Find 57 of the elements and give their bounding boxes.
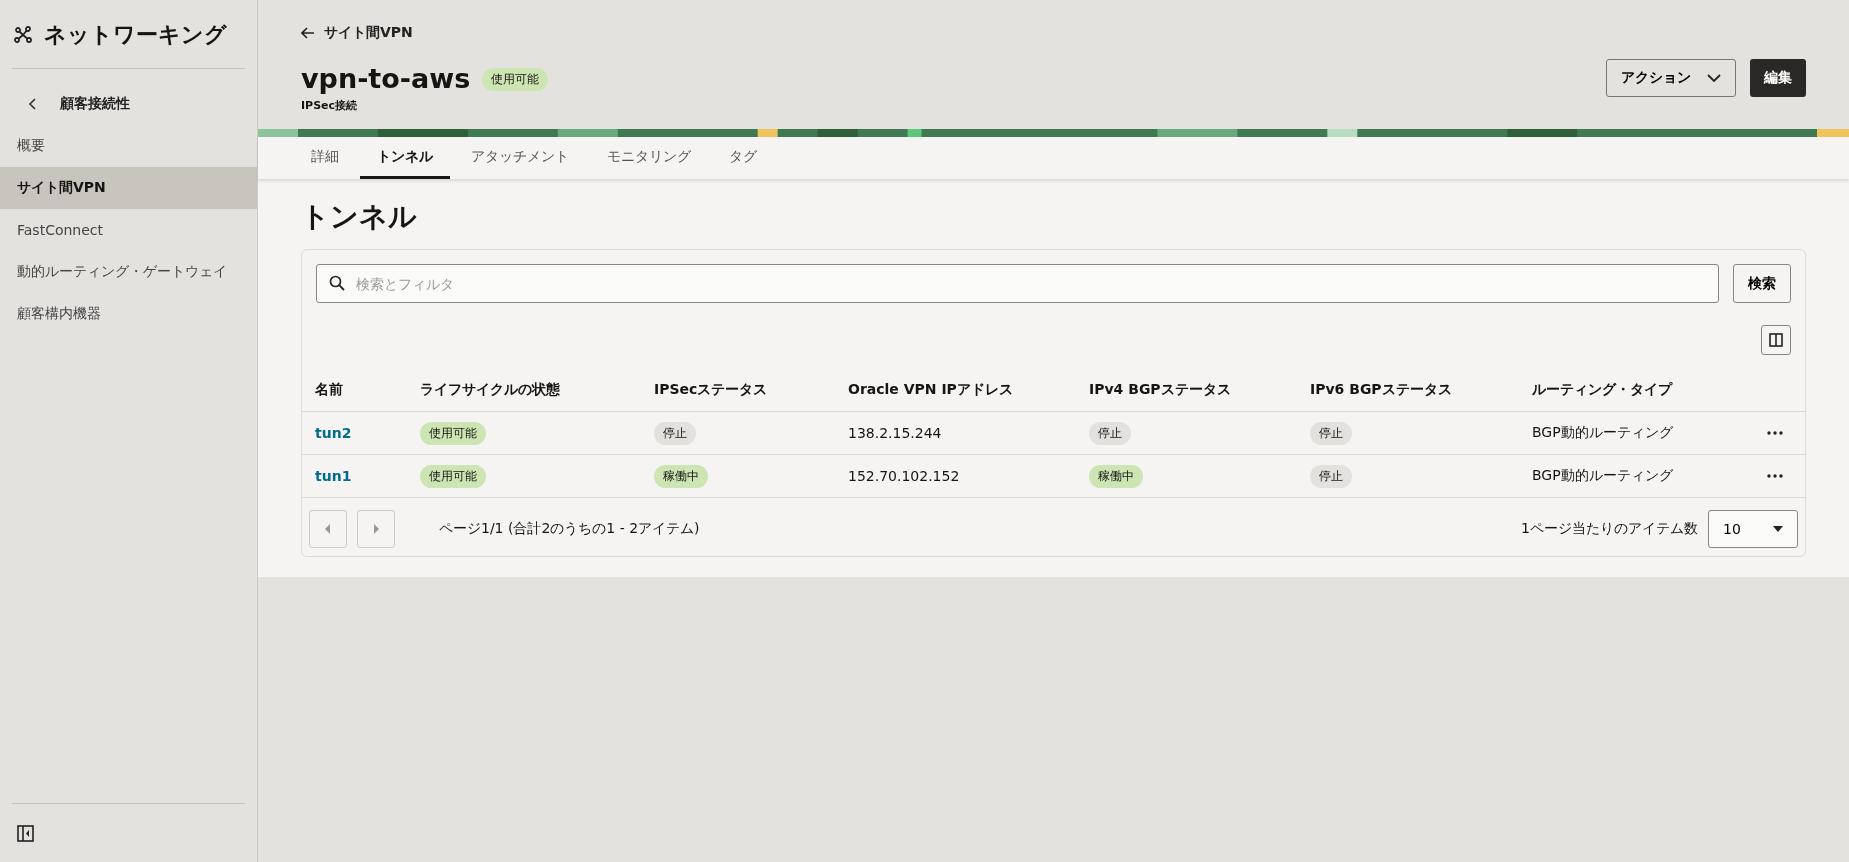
column-header: ルーティング・タイプ <box>1519 369 1745 412</box>
search-icon <box>329 275 345 291</box>
tab[interactable]: モニタリング <box>590 137 708 179</box>
page-subtitle: IPSec接続 <box>301 98 359 113</box>
search-button[interactable]: 検索 <box>1733 264 1791 303</box>
table-cell: BGP動的ルーティング <box>1532 424 1673 442</box>
back-link[interactable]: サイト間VPN <box>301 24 413 42</box>
more-options-icon[interactable] <box>1767 474 1783 478</box>
caret-left-icon <box>325 524 331 534</box>
column-header: IPv6 BGPステータス <box>1297 369 1519 412</box>
table-cell: 152.70.102.152 <box>848 468 960 484</box>
sidebar-title: ネットワーキング <box>44 21 227 49</box>
status-badge: 使用可能 <box>482 67 549 91</box>
sidebar-item[interactable]: 概要 <box>0 125 257 167</box>
sidebar-item[interactable]: FastConnect <box>0 209 257 251</box>
status-badge: 稼働中 <box>1089 464 1143 488</box>
more-options-icon[interactable] <box>1767 431 1783 435</box>
arrow-left-icon <box>301 27 315 39</box>
chevron-left-icon <box>28 98 38 110</box>
sidebar-item[interactable]: サイト間VPN <box>0 167 257 209</box>
table-cell: 138.2.15.244 <box>848 425 942 441</box>
status-badge: 使用可能 <box>420 464 486 488</box>
column-header: IPSecステータス <box>641 369 835 412</box>
page-title: vpn-to-aws <box>301 62 471 96</box>
network-icon <box>14 26 32 44</box>
status-badge: 停止 <box>654 421 696 445</box>
status-badge: 稼働中 <box>654 464 708 488</box>
column-header: IPv4 BGPステータス <box>1076 369 1297 412</box>
table-cell: BGP動的ルーティング <box>1532 467 1673 485</box>
tab[interactable]: タグ <box>712 137 774 179</box>
sidebar-item[interactable]: 顧客構内機器 <box>0 293 257 335</box>
actions-dropdown[interactable]: アクション <box>1606 59 1736 97</box>
tunnel-link[interactable]: tun2 <box>315 425 352 441</box>
per-page-label: 1ページ当たりのアイテム数 <box>1521 520 1698 538</box>
caret-down-icon <box>1773 526 1783 532</box>
column-header: 名前 <box>302 369 407 412</box>
caret-right-icon <box>373 524 379 534</box>
status-badge: 使用可能 <box>420 421 486 445</box>
pagination-summary: ページ1/1 (合計2のうちの1 - 2アイテム) <box>439 520 700 538</box>
column-header: ライフサイクルの状態 <box>407 369 641 412</box>
status-badge: 停止 <box>1310 421 1352 445</box>
tab[interactable]: アタッチメント <box>454 137 586 179</box>
columns-button[interactable] <box>1761 325 1791 355</box>
tab[interactable]: 詳細 <box>294 137 356 179</box>
status-badge: 停止 <box>1310 464 1352 488</box>
tunnel-link[interactable]: tun1 <box>315 468 352 484</box>
collapse-sidebar-icon[interactable] <box>17 825 34 842</box>
per-page-select[interactable]: 10 <box>1708 510 1798 548</box>
section-title: トンネル <box>301 199 418 235</box>
column-header: Oracle VPN IPアドレス <box>835 369 1076 412</box>
columns-icon <box>1769 333 1783 347</box>
edit-button[interactable]: 編集 <box>1750 59 1806 97</box>
status-badge: 停止 <box>1089 421 1131 445</box>
parent-nav-link[interactable]: 顧客接続性 <box>0 69 257 125</box>
search-field[interactable]: 検索とフィルタ <box>316 264 1719 303</box>
chevron-down-icon <box>1707 73 1721 83</box>
sidebar-item[interactable]: 動的ルーティング・ゲートウェイ <box>0 251 257 293</box>
